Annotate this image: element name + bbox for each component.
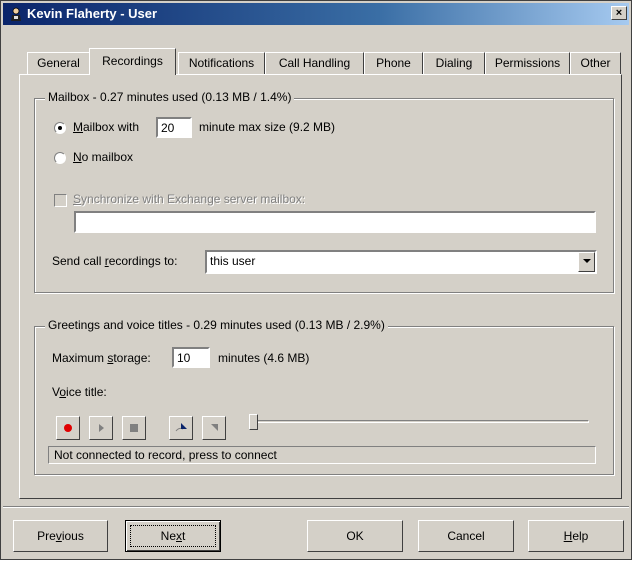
tab-general[interactable]: General xyxy=(27,52,90,74)
user-icon xyxy=(11,7,21,21)
tab-dialing[interactable]: Dialing xyxy=(423,52,485,74)
next-button[interactable]: Next xyxy=(125,520,221,552)
separator xyxy=(3,506,629,508)
tab-notifications[interactable]: Notifications xyxy=(178,52,265,74)
window-title: Kevin Flaherty - User xyxy=(27,6,158,21)
tab-recordings[interactable]: Recordings xyxy=(89,48,176,75)
tab-call-handling[interactable]: Call Handling xyxy=(265,52,364,74)
help-button[interactable]: Help xyxy=(528,520,624,552)
tab-other[interactable]: Other xyxy=(570,52,621,74)
close-button[interactable]: × xyxy=(611,6,627,20)
close-icon: × xyxy=(615,7,623,19)
cancel-button[interactable]: Cancel xyxy=(418,520,514,552)
title-bar[interactable]: Kevin Flaherty - User × xyxy=(3,3,629,25)
previous-button[interactable]: Previous xyxy=(13,520,108,552)
tab-phone[interactable]: Phone xyxy=(364,52,423,74)
focus-rect xyxy=(130,525,216,547)
tab-panel xyxy=(19,74,622,499)
ok-button[interactable]: OK xyxy=(307,520,403,552)
tab-permissions[interactable]: Permissions xyxy=(485,52,570,74)
user-properties-window: Kevin Flaherty - User × General Recordin… xyxy=(0,0,632,560)
